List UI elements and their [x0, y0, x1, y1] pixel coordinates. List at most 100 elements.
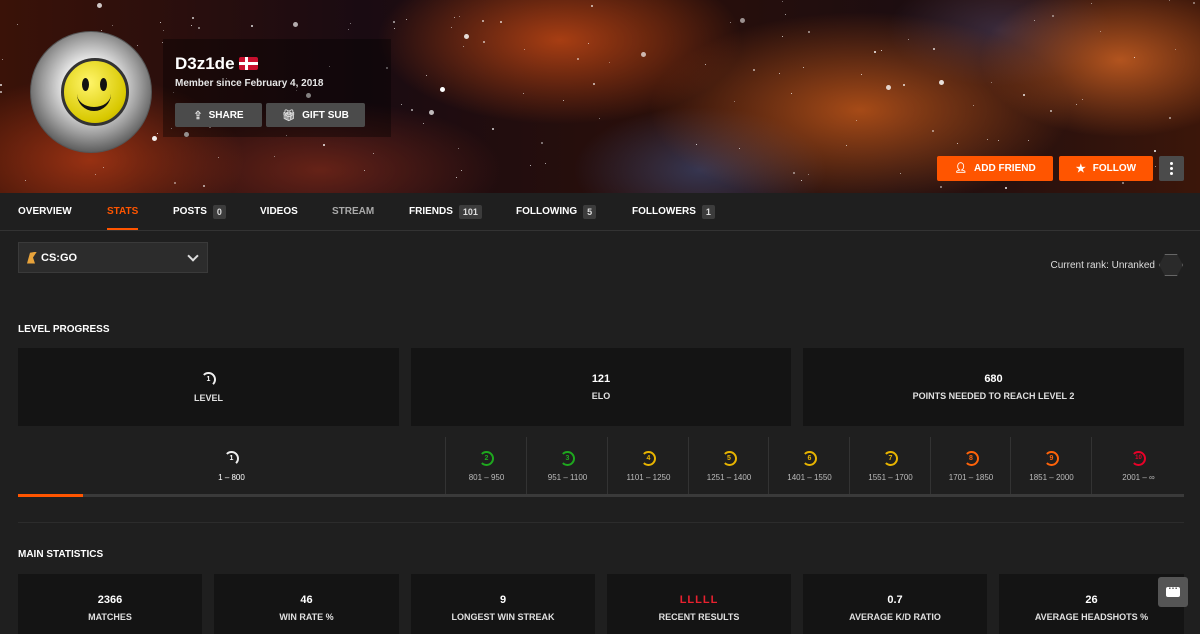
share-button[interactable]: ⇪ SHARE — [175, 103, 262, 127]
star-decoration — [482, 20, 484, 22]
star-decoration — [987, 139, 988, 140]
tab-following[interactable]: FOLLOWING 5 — [516, 193, 597, 230]
share-label: SHARE — [208, 109, 244, 121]
star-decoration — [1082, 99, 1083, 100]
star-decoration — [393, 21, 395, 23]
star-decoration — [991, 82, 992, 83]
star-decoration — [753, 69, 755, 71]
star-decoration — [323, 144, 325, 146]
star-decoration — [451, 27, 452, 28]
star-decoration — [957, 143, 958, 144]
star-decoration — [218, 157, 219, 158]
tab-followers[interactable]: FOLLOWERS 1 — [632, 193, 715, 230]
star-decoration — [426, 75, 427, 76]
star-decoration — [1050, 110, 1052, 112]
level-badge-icon: 4 — [641, 450, 656, 466]
level-range: 1701 – 1850 — [948, 472, 994, 482]
tab-overview[interactable]: OVERVIEW — [18, 193, 72, 230]
level-range-item: 10 2001 – ∞ — [1091, 437, 1185, 495]
star-decoration — [191, 25, 192, 26]
star-decoration — [459, 16, 460, 17]
star-decoration — [350, 23, 351, 24]
star-decoration — [163, 30, 164, 31]
star-decoration — [97, 3, 102, 8]
gift-label: GIFT SUB — [302, 109, 349, 121]
level-progress-fill — [18, 494, 84, 497]
star-decoration — [0, 91, 2, 93]
more-icon[interactable] — [1159, 156, 1184, 181]
star-decoration — [933, 48, 935, 50]
star-decoration — [545, 163, 546, 164]
level-range-item: 4 1101 – 1250 — [607, 437, 689, 495]
add-friend-button[interactable]: 👤︎ ADD FRIEND — [937, 156, 1053, 181]
star-decoration — [394, 28, 395, 29]
star-decoration — [730, 22, 731, 23]
star-icon: ★ — [1075, 163, 1086, 175]
level-badge-icon: 7 — [883, 450, 898, 466]
level-badge-icon: 9 — [1044, 450, 1059, 466]
star-decoration — [524, 49, 525, 50]
star-decoration — [17, 24, 18, 25]
star-decoration — [801, 180, 802, 181]
game-select-value: CS:GO — [41, 251, 78, 264]
star-decoration — [192, 17, 194, 19]
tab-stream[interactable]: STREAM — [332, 193, 374, 230]
star-decoration — [25, 180, 26, 181]
points-needed-value: 680 — [984, 373, 1003, 385]
level-range-item: 5 1251 – 1400 — [688, 437, 769, 495]
level-progress-bar — [18, 494, 1184, 497]
star-decoration — [1005, 187, 1007, 189]
stat-value: 0.7 — [887, 594, 903, 606]
star-decoration — [458, 148, 459, 149]
tab-label: FRIENDS — [409, 206, 453, 217]
tab-videos[interactable]: VIDEOS — [260, 193, 298, 230]
star-decoration — [641, 52, 646, 57]
stat-card-longest-win-streak: 9 LONGEST WIN STREAK — [411, 574, 595, 634]
level-card-label: LEVEL — [193, 392, 223, 403]
star-decoration — [0, 84, 2, 86]
stat-value: 2366 — [97, 594, 123, 606]
level-range-item: 8 1701 – 1850 — [930, 437, 1011, 495]
chat-button[interactable] — [1158, 577, 1188, 607]
star-decoration — [609, 62, 610, 63]
stat-label: LONGEST WIN STREAK — [451, 612, 555, 622]
star-decoration — [373, 153, 374, 154]
avatar — [30, 31, 152, 153]
level-progress-title: LEVEL PROGRESS — [18, 324, 110, 335]
chat-icon — [1166, 581, 1180, 597]
star-decoration — [705, 64, 706, 65]
profile-tabs: OVERVIEW STATS POSTS 0 VIDEOS STREAM FRIE… — [0, 193, 1200, 231]
star-decoration — [973, 105, 974, 106]
star-decoration — [1169, 0, 1170, 1]
follow-button[interactable]: ★ FOLLOW — [1059, 156, 1153, 181]
tab-posts[interactable]: POSTS 0 — [173, 193, 226, 230]
stat-label: AVERAGE K/D RATIO — [849, 612, 941, 622]
tab-label: OVERVIEW — [18, 206, 72, 217]
star-decoration — [1052, 15, 1054, 17]
level-range: 951 – 1100 — [547, 472, 588, 482]
star-decoration — [808, 174, 809, 175]
tab-friends[interactable]: FRIENDS 101 — [409, 193, 482, 230]
star-decoration — [174, 182, 176, 184]
star-decoration — [95, 174, 96, 175]
star-decoration — [908, 39, 909, 40]
star-decoration — [588, 43, 589, 44]
add-friend-icon: 👤︎ — [954, 163, 968, 174]
level-card: 1 LEVEL — [18, 348, 399, 426]
star-decoration — [1154, 150, 1156, 152]
game-select[interactable]: CS:GO — [18, 242, 208, 273]
tab-stats[interactable]: STATS — [107, 193, 139, 230]
level-range-item: 2 801 – 950 — [445, 437, 527, 495]
star-decoration — [881, 50, 882, 51]
tab-label: FOLLOWERS — [632, 206, 696, 217]
level-badge-icon: 1 — [224, 450, 239, 466]
level-range: 1401 – 1550 — [787, 472, 832, 482]
member-since: Member since February 4, 2018 — [175, 78, 324, 89]
gift-sub-button[interactable]: 🎁︎ GIFT SUB — [266, 103, 365, 127]
star-decoration — [1155, 166, 1156, 167]
star-decoration — [101, 30, 102, 31]
star-decoration — [1023, 94, 1025, 96]
star-decoration — [734, 101, 735, 102]
star-decoration — [500, 21, 502, 23]
stat-label: RECENT RESULTS — [658, 612, 740, 622]
